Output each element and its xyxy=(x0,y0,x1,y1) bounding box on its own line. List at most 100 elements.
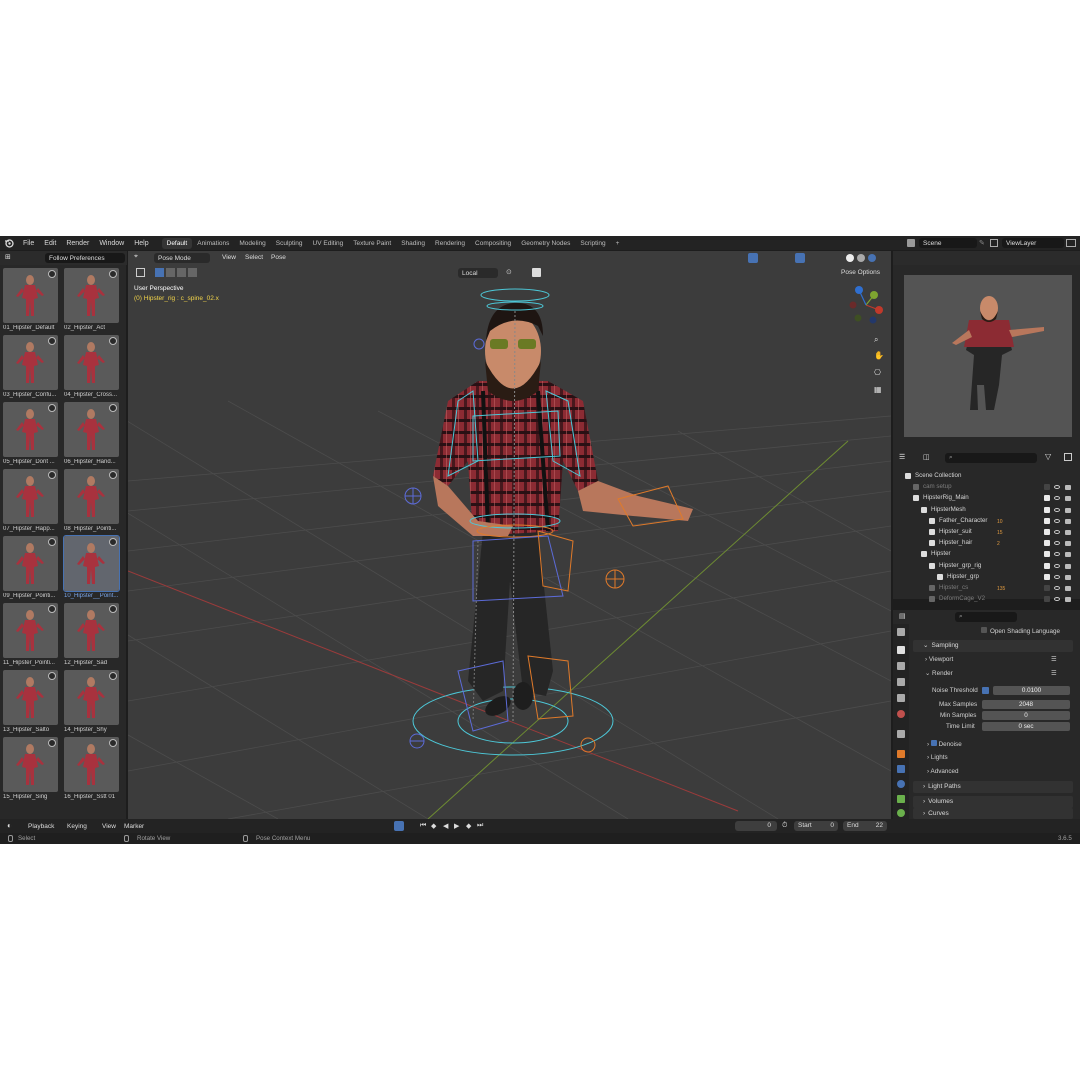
edit-action-icon[interactable] xyxy=(109,337,117,345)
asset-thumbnail[interactable] xyxy=(64,469,119,524)
world-tab-icon[interactable] xyxy=(897,710,905,718)
asset-label[interactable]: 11_Hipster_Pointi... xyxy=(3,660,63,666)
render-camera-icon[interactable] xyxy=(1065,485,1071,491)
render-camera-icon[interactable] xyxy=(1065,518,1071,524)
edit-action-icon[interactable] xyxy=(48,672,56,680)
select-mode-new-icon[interactable] xyxy=(155,268,164,277)
select-tool-icon[interactable] xyxy=(136,268,145,277)
tab-geometry-nodes[interactable]: Geometry Nodes xyxy=(516,238,575,249)
tool-tab-icon[interactable] xyxy=(897,628,905,636)
asset-thumbnail[interactable] xyxy=(64,670,119,725)
scene-selector[interactable]: Scene xyxy=(919,238,977,248)
visibility-eye-icon[interactable] xyxy=(1054,530,1060,534)
tab-sculpting[interactable]: Sculpting xyxy=(271,238,308,249)
render-camera-icon[interactable] xyxy=(1065,563,1071,569)
visibility-eye-icon[interactable] xyxy=(1054,541,1060,546)
view-layer-selector[interactable]: ViewLayer xyxy=(1002,238,1064,248)
menu-file[interactable]: File xyxy=(18,240,39,247)
asset-thumbnail[interactable] xyxy=(3,469,58,524)
constraints-tab-icon[interactable] xyxy=(897,780,905,788)
outliner-row[interactable]: Father_Character 10 xyxy=(893,516,1080,527)
shading-material-icon[interactable] xyxy=(857,254,865,262)
menu-playback[interactable]: Playback xyxy=(28,823,54,830)
outliner-row[interactable]: Hipster_hair 2 xyxy=(893,538,1080,549)
outliner-row[interactable]: Hipster_grp xyxy=(893,572,1080,583)
exclude-checkbox[interactable] xyxy=(1044,484,1050,491)
edit-action-icon[interactable] xyxy=(48,538,56,546)
asset-label[interactable]: 06_Hipster_Hand... xyxy=(64,459,124,465)
edit-action-icon[interactable] xyxy=(48,739,56,747)
menu-edit[interactable]: Edit xyxy=(39,240,61,247)
select-mode-extend-icon[interactable] xyxy=(166,268,175,277)
shading-solid-icon[interactable] xyxy=(846,254,854,262)
timeline-editor-icon[interactable]: ◐ xyxy=(7,821,12,830)
library-selector[interactable]: Follow Preferences xyxy=(45,253,125,263)
section-curves[interactable]: › Curves xyxy=(913,808,1073,819)
render-camera-icon[interactable] xyxy=(1065,586,1071,591)
outliner-row[interactable]: DeformCage_V2 xyxy=(893,594,1080,605)
edit-action-icon[interactable] xyxy=(109,270,117,278)
outliner-row[interactable]: HipsterMesh xyxy=(893,505,1080,516)
gizmo-toggle-icon[interactable] xyxy=(748,253,758,263)
next-keyframe-icon[interactable]: ◆ xyxy=(466,822,471,830)
asset-label[interactable]: 07_Hipster_Happ... xyxy=(3,526,63,532)
asset-label[interactable]: 14_Hipster_Shy xyxy=(64,727,124,733)
filter-icon[interactable]: ▽ xyxy=(1045,452,1051,461)
play-icon[interactable]: ▶ xyxy=(454,822,459,830)
tab-compositing[interactable]: Compositing xyxy=(470,238,516,249)
menu-help[interactable]: Help xyxy=(129,240,153,247)
asset-label[interactable]: 09_Hipster_Pointi... xyxy=(3,593,63,599)
outliner-row[interactable]: Hipster_grp_rig xyxy=(893,561,1080,572)
asset-thumbnail[interactable] xyxy=(64,737,119,792)
data-tab-icon[interactable] xyxy=(897,795,905,803)
pan-icon[interactable]: ✋ xyxy=(874,351,884,361)
output-tab-icon[interactable] xyxy=(897,662,905,670)
menu-view[interactable]: View xyxy=(102,823,116,830)
blender-logo-icon[interactable] xyxy=(4,238,14,248)
select-mode-subtract-icon[interactable] xyxy=(177,268,186,277)
time-limit-field[interactable]: 0 sec xyxy=(982,722,1070,731)
end-frame-field[interactable]: End 22 xyxy=(843,821,887,831)
snap-icon[interactable] xyxy=(532,268,541,277)
tab-scripting[interactable]: Scripting xyxy=(575,238,610,249)
outliner-row[interactable]: Hipster_suit 15 xyxy=(893,527,1080,538)
asset-thumbnail[interactable] xyxy=(64,335,119,390)
render-camera-icon[interactable] xyxy=(1065,597,1071,603)
menu-marker[interactable]: Marker xyxy=(124,823,144,830)
max-samples-field[interactable]: 2048 xyxy=(982,700,1070,709)
current-frame-field[interactable]: 0 xyxy=(735,821,777,831)
outliner-search-input[interactable]: ⌕ xyxy=(945,453,1037,463)
render-camera-icon[interactable] xyxy=(1065,574,1071,580)
list-icon[interactable]: ☰ xyxy=(1051,670,1057,677)
asset-thumbnail[interactable] xyxy=(64,402,119,457)
visibility-eye-icon[interactable] xyxy=(1054,518,1060,523)
outliner-row[interactable]: HipsterRig_Main xyxy=(893,493,1080,504)
asset-label[interactable]: 04_Hipster_Cross... xyxy=(64,392,124,398)
tab-rendering[interactable]: Rendering xyxy=(430,238,470,249)
exclude-checkbox[interactable] xyxy=(1044,529,1050,535)
asset-thumbnail[interactable] xyxy=(63,535,120,592)
asset-label[interactable]: 15_Hipster_Sing xyxy=(3,794,63,800)
exclude-checkbox[interactable] xyxy=(1044,540,1050,547)
bone-tab-icon[interactable] xyxy=(897,809,905,817)
render-camera-icon[interactable] xyxy=(1065,507,1071,513)
prev-keyframe-icon[interactable]: ◆ xyxy=(431,822,436,830)
asset-thumbnail[interactable] xyxy=(3,402,58,457)
asset-label[interactable]: 05_Hipster_Dont ... xyxy=(3,459,63,465)
edit-action-icon[interactable] xyxy=(109,404,117,412)
outliner-row[interactable]: Hipster_cs 135 xyxy=(893,583,1080,594)
asset-thumbnail[interactable] xyxy=(64,603,119,658)
exclude-checkbox[interactable] xyxy=(1044,495,1050,502)
camera-view-icon[interactable]: ⎔ xyxy=(874,368,884,378)
render-camera-icon[interactable] xyxy=(1065,530,1071,535)
menu-pose[interactable]: Pose xyxy=(271,254,286,261)
outliner-row[interactable]: Hipster xyxy=(893,549,1080,560)
edit-action-icon[interactable] xyxy=(48,270,56,278)
exclude-checkbox[interactable] xyxy=(1044,506,1050,513)
asset-label[interactable]: 08_Hipster_Pointi... xyxy=(64,526,124,532)
editor-type-icon[interactable]: ⌖ xyxy=(134,253,138,261)
asset-thumbnail[interactable] xyxy=(3,536,58,591)
shading-rendered-icon[interactable] xyxy=(868,254,876,262)
section-light-paths[interactable]: › Light Paths xyxy=(913,781,1073,793)
asset-label[interactable]: 16_Hipster_Sstt 01 xyxy=(64,794,124,800)
